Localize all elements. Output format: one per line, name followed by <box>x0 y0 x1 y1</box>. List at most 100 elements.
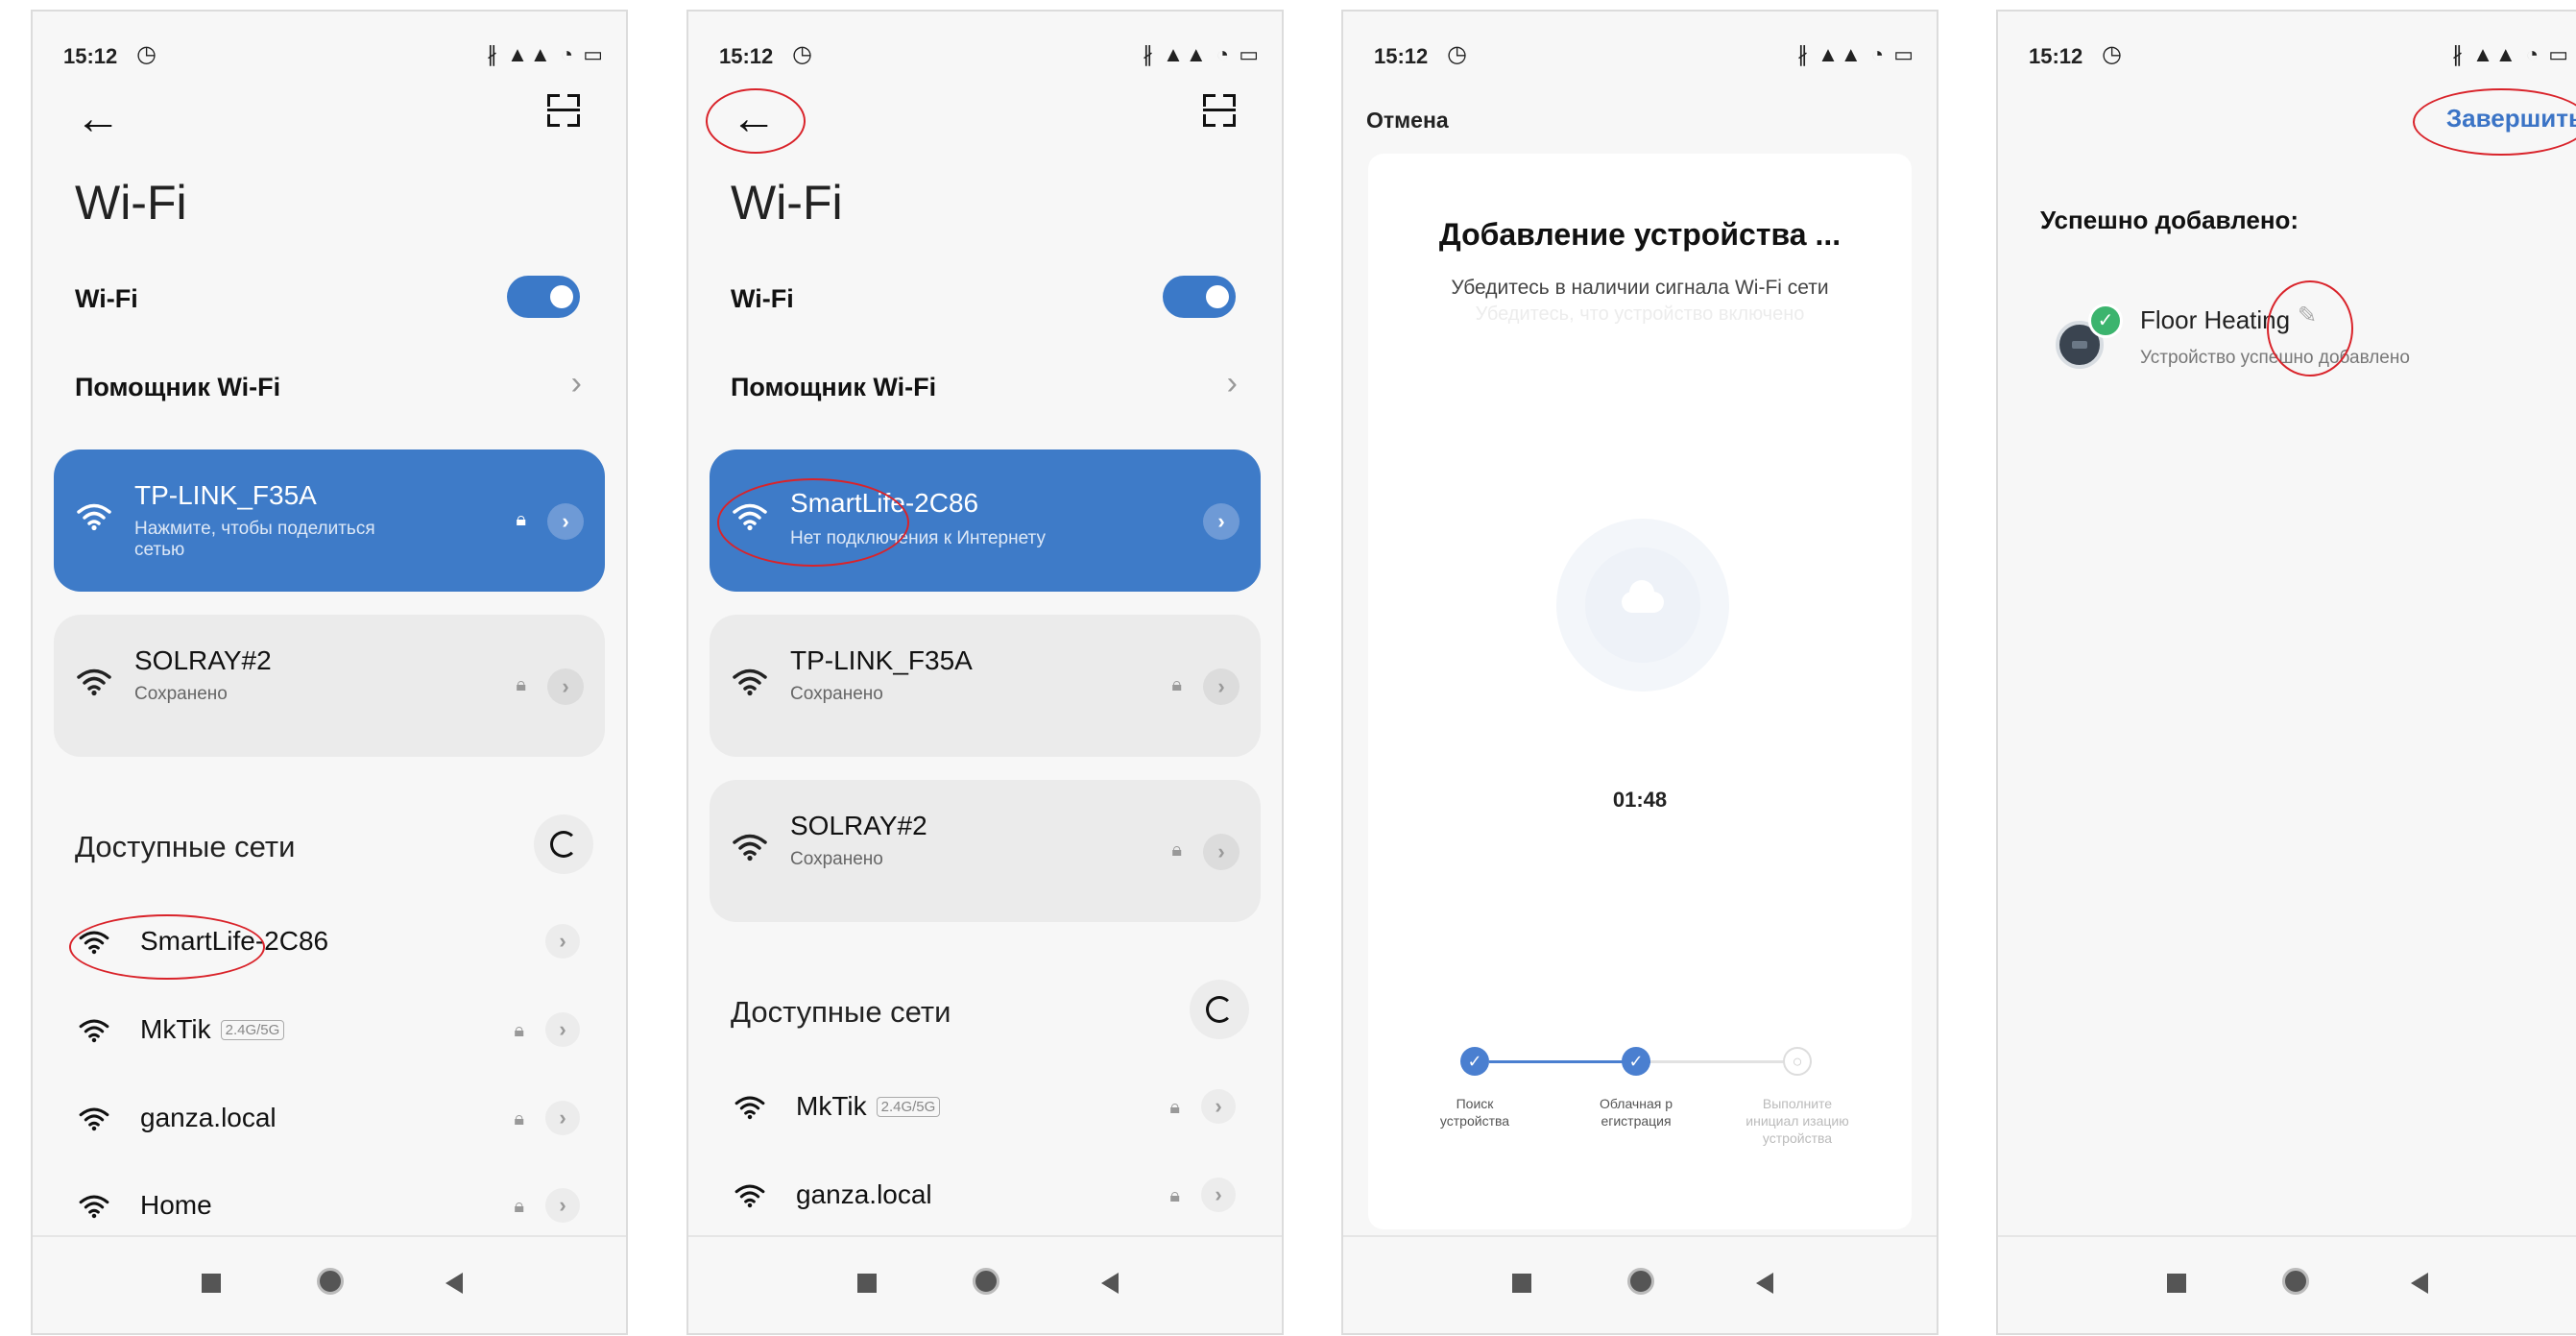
sheet-subtitle: Убедитесь в наличии сигнала Wi-Fi сети <box>1451 277 1829 299</box>
network-details-button[interactable]: › <box>545 1188 580 1223</box>
wifi-assistant-row[interactable]: Помощник Wi-Fi <box>75 373 280 402</box>
phone-screen-wifi-list: 15:12 ◷ ∦ ▲▲ ◔ ▭ ← Wi-Fi Wi-Fi Помощник … <box>31 10 628 1335</box>
lock-icon: 🔒︎ <box>1171 674 1182 695</box>
refresh-icon[interactable] <box>534 814 593 874</box>
saved-network-card[interactable]: TP-LINK_F35A Сохранено 🔒︎ › <box>710 615 1261 757</box>
available-networks-title: Доступные сети <box>731 995 951 1029</box>
home-icon[interactable] <box>317 1268 344 1295</box>
network-ssid: TP-LINK_F35A <box>134 480 317 510</box>
band-badge: 2.4G/5G <box>876 1097 941 1117</box>
wifi-icon <box>77 502 111 531</box>
saved-network-card[interactable]: SOLRAY#2 Сохранено 🔒︎ › <box>710 780 1261 922</box>
sheet-faded-hint: Убедитесь, что устройство включено <box>1475 304 1805 325</box>
nav-back-icon[interactable] <box>2411 1273 2428 1294</box>
network-ssid: ganza.local <box>796 1179 932 1209</box>
lock-icon: 🔒︎ <box>514 1020 524 1041</box>
network-details-button[interactable]: › <box>1201 1178 1236 1212</box>
wifi-toggle-label: Wi-Fi <box>731 284 794 313</box>
network-details-button[interactable]: › <box>1203 834 1240 870</box>
network-subtitle: Нажмите, чтобы поделиться сетью <box>134 519 375 560</box>
wifi-toggle[interactable] <box>507 276 580 318</box>
back-arrow-icon[interactable]: ← <box>75 96 121 142</box>
wifi-toggle-label: Wi-Fi <box>75 284 138 313</box>
status-icons: ∦ ▲▲ ◔ ▭ <box>2452 42 2570 66</box>
scan-qr-icon[interactable] <box>1203 94 1236 127</box>
saved-network-card[interactable]: SOLRAY#2 Сохранено 🔒︎ › <box>54 615 605 757</box>
alarm-icon: ◷ <box>792 41 812 67</box>
cloud-icon <box>1622 580 1664 613</box>
recents-icon[interactable] <box>2167 1274 2186 1293</box>
lock-icon: 🔒︎ <box>516 674 526 695</box>
recents-icon[interactable] <box>857 1274 877 1293</box>
lock-icon: 🔒︎ <box>1169 1185 1180 1206</box>
status-time: 15:12 <box>719 44 774 68</box>
status-icons: ∦ ▲▲ ◔ ▭ <box>487 42 605 66</box>
status-bar: 15:12 ◷ ∦ ▲▲ ◔ ▭ <box>2029 40 2570 73</box>
success-title: Успешно добавлено: <box>2040 206 2299 234</box>
annotation-ellipse <box>717 478 909 567</box>
network-details-button[interactable]: › <box>1203 503 1240 540</box>
status-icons: ∦ ▲▲ ◔ ▭ <box>1143 42 1261 66</box>
wifi-toggle[interactable] <box>1163 276 1236 318</box>
wifi-icon <box>733 833 767 862</box>
step-check-icon: ✓ <box>1460 1047 1489 1076</box>
recents-icon[interactable] <box>1512 1274 1531 1293</box>
network-details-button[interactable]: › <box>1203 668 1240 705</box>
connected-network-card[interactable]: TP-LINK_F35A Нажмите, чтобы поделиться с… <box>54 449 605 592</box>
wifi-icon <box>734 1183 765 1208</box>
lock-icon: 🔒︎ <box>514 1108 524 1130</box>
network-details-button[interactable]: › <box>547 668 584 705</box>
lock-icon: 🔒︎ <box>1169 1097 1180 1118</box>
network-row[interactable]: ganza.local 🔒︎ › <box>33 1091 626 1149</box>
sheet-title: Добавление устройства ... <box>1438 217 1842 252</box>
nav-back-icon[interactable] <box>445 1273 463 1294</box>
network-subtitle: Сохранено <box>790 684 883 704</box>
network-details-button[interactable]: › <box>1201 1089 1236 1124</box>
step-check-icon: ✓ <box>1622 1047 1650 1076</box>
cancel-button[interactable]: Отмена <box>1366 108 1449 134</box>
band-badge: 2.4G/5G <box>220 1020 285 1040</box>
step-pending-icon: ○ <box>1783 1047 1812 1076</box>
wifi-assistant-row[interactable]: Помощник Wi-Fi <box>731 373 936 402</box>
network-row[interactable]: MkTik 2.4G/5G 🔒︎ › <box>33 1003 626 1060</box>
step-label: Выполните инициал изацию устройства <box>1745 1096 1849 1146</box>
network-row[interactable]: Home 🔒︎ › <box>33 1178 626 1236</box>
scan-qr-icon[interactable] <box>547 94 580 127</box>
status-bar: 15:12 ◷ ∦ ▲▲ ◔ ▭ <box>1374 40 1915 73</box>
network-subtitle: Сохранено <box>790 849 883 869</box>
available-networks-title: Доступные сети <box>75 830 296 863</box>
recents-icon[interactable] <box>202 1274 221 1293</box>
status-icons: ∦ ▲▲ ◔ ▭ <box>1797 42 1915 66</box>
navigation-bar <box>33 1235 626 1333</box>
wifi-icon <box>79 1194 109 1219</box>
home-icon[interactable] <box>2282 1268 2309 1295</box>
nav-back-icon[interactable] <box>1756 1273 1773 1294</box>
network-details-button[interactable]: › <box>545 924 580 959</box>
annotation-ellipse <box>2267 280 2353 377</box>
refresh-icon[interactable] <box>1190 980 1249 1039</box>
wifi-icon <box>733 668 767 696</box>
chevron-right-icon: › <box>570 365 582 401</box>
countdown-timer: 01:48 <box>1612 788 1668 812</box>
step-label: Поиск устройства <box>1439 1096 1510 1129</box>
success-check-icon: ✓ <box>2088 304 2123 338</box>
nav-back-icon[interactable] <box>1101 1273 1119 1294</box>
alarm-icon: ◷ <box>136 41 156 67</box>
network-details-button[interactable]: › <box>545 1101 580 1135</box>
network-details-button[interactable]: › <box>547 503 584 540</box>
home-icon[interactable] <box>1627 1268 1654 1295</box>
network-row[interactable]: ganza.local 🔒︎ › <box>688 1168 1282 1226</box>
status-bar: 15:12 ◷ ∦ ▲▲ ◔ ▭ <box>63 40 605 73</box>
annotation-ellipse <box>69 914 265 980</box>
network-ssid: SOLRAY#2 <box>790 811 927 840</box>
wifi-icon <box>79 1106 109 1131</box>
status-bar: 15:12 ◷ ∦ ▲▲ ◔ ▭ <box>719 40 1261 73</box>
network-row[interactable]: MkTik 2.4G/5G 🔒︎ › <box>688 1080 1282 1137</box>
network-details-button[interactable]: › <box>545 1012 580 1047</box>
navigation-bar <box>1998 1235 2576 1333</box>
phone-screen-wifi-connected: 15:12 ◷ ∦ ▲▲ ◔ ▭ ← Wi-Fi Wi-Fi Помощник … <box>686 10 1284 1335</box>
annotation-ellipse <box>2413 88 2576 156</box>
phone-screen-device-added: 15:12 ◷ ∦ ▲▲ ◔ ▭ Завершить Успешно добав… <box>1996 10 2576 1335</box>
page-title: Wi-Fi <box>75 176 187 230</box>
home-icon[interactable] <box>973 1268 999 1295</box>
